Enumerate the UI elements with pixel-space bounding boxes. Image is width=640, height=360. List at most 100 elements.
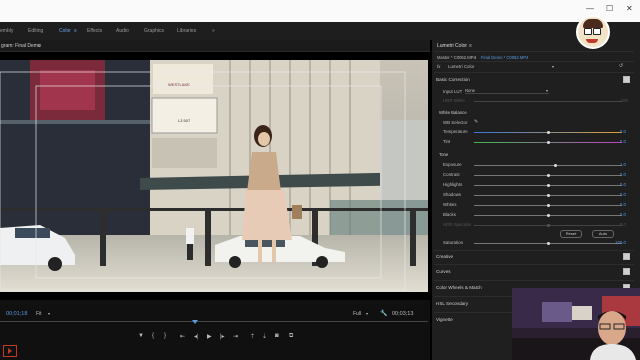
comparison-view-icon[interactable]: ⧉	[289, 333, 293, 340]
lift-icon[interactable]: ⇡	[250, 333, 255, 340]
store-sign-number: L3 507	[178, 118, 191, 123]
input-lut-dropdown[interactable]: None ▾	[465, 88, 549, 94]
curves-header[interactable]: Curves	[436, 269, 451, 274]
tone-knob-highlights[interactable]	[546, 184, 550, 187]
temperature-value[interactable]: 0.0	[620, 129, 626, 134]
basic-correction-header[interactable]: Basic Correction	[436, 77, 470, 82]
basic-correction-checkbox[interactable]	[623, 76, 630, 83]
tab-editing[interactable]: Editing	[28, 28, 43, 34]
mark-in-icon[interactable]: {	[152, 333, 154, 339]
creative-header[interactable]: Creative	[436, 254, 453, 259]
saturation-label: Saturation	[443, 240, 464, 245]
tab-assembly[interactable]: embly	[0, 28, 13, 34]
vignette-header[interactable]: Vignette	[436, 317, 453, 322]
lumetri-panel-menu-icon[interactable]: ≡	[469, 43, 472, 49]
auto-button[interactable]: Auto	[592, 230, 614, 238]
tab-graphics[interactable]: Graphics	[144, 28, 164, 34]
temperature-knob[interactable]	[546, 131, 550, 134]
tone-header[interactable]: Tone	[439, 152, 448, 157]
effect-dropdown-chevron-icon[interactable]: ▾	[552, 64, 554, 69]
lumetri-panel-title[interactable]: Lumetri Color	[437, 43, 467, 49]
fx-icon: fx	[437, 64, 441, 69]
tint-knob[interactable]	[546, 141, 550, 144]
curves-checkbox[interactable]	[623, 268, 630, 275]
tone-value-hdr-specular[interactable]: 0.0	[620, 222, 626, 227]
tab-color[interactable]: Color	[59, 28, 71, 34]
go-to-out-icon[interactable]: ⇥	[233, 333, 238, 340]
mark-out-icon[interactable]: }	[164, 333, 166, 339]
current-timecode[interactable]: 00;01;18	[6, 311, 27, 317]
creative-checkbox[interactable]	[623, 253, 630, 260]
tone-knob-contrast[interactable]	[546, 174, 550, 177]
temperature-slider[interactable]	[474, 131, 622, 134]
export-frame-icon[interactable]: ◙	[275, 333, 279, 339]
workspace-bar: embly Editing Color ≡ Effects Audio Grap…	[0, 22, 640, 40]
tint-value[interactable]: 0.0	[620, 139, 626, 144]
input-lut-label: Input LUT	[443, 89, 463, 94]
program-monitor-title[interactable]: gram: Final Demo	[1, 43, 41, 49]
tone-value-contrast[interactable]: 0.0	[620, 172, 626, 177]
effect-dropdown[interactable]: Lumetri Color	[448, 64, 474, 69]
saturation-knob[interactable]	[546, 242, 550, 245]
source-clip[interactable]: Final Demo * C0062.MP4	[481, 55, 528, 60]
tone-slider-highlights[interactable]	[474, 184, 622, 187]
add-marker-icon[interactable]: ▼	[138, 333, 144, 339]
tone-slider-blacks[interactable]	[474, 214, 622, 217]
more-workspaces-icon[interactable]: »	[212, 28, 215, 34]
step-back-icon[interactable]: ◂|	[194, 333, 199, 340]
source-master[interactable]: Master * C0062.MP4	[437, 55, 476, 60]
tab-effects[interactable]: Effects	[87, 28, 102, 34]
reset-button[interactable]: Reset	[560, 230, 582, 238]
input-lut-value: None	[465, 88, 476, 93]
tone-label-exposure: Exposure	[443, 162, 462, 167]
minimize-icon[interactable]: —	[586, 4, 594, 13]
reset-effect-icon[interactable]: ↺	[619, 63, 623, 69]
program-menu-icon[interactable]: ≡	[38, 43, 41, 49]
quality-dropdown[interactable]: Full	[353, 311, 361, 317]
tone-value-blacks[interactable]: 0.0	[620, 212, 626, 217]
tone-label-shadows: Shadows	[443, 192, 462, 197]
tint-slider[interactable]	[474, 141, 622, 144]
tone-value-highlights[interactable]: 0.0	[620, 182, 626, 187]
color-wheels-header[interactable]: Color Wheels & Match	[436, 285, 482, 290]
tab-audio[interactable]: Audio	[116, 28, 129, 34]
maximize-icon[interactable]: ☐	[606, 4, 613, 13]
tone-knob-whites[interactable]	[546, 204, 550, 207]
tint-label: Tint	[443, 139, 451, 144]
tone-slider-exposure[interactable]	[474, 164, 622, 167]
tone-value-shadows[interactable]: 0.0	[620, 192, 626, 197]
play-icon[interactable]: ▶	[207, 333, 212, 340]
fit-dropdown[interactable]: Fit	[36, 311, 42, 317]
program-controls: 00;01;18 Fit ▾ Full ▾ 🔧 00;03;13 ▼ { } ⇤…	[0, 300, 430, 360]
program-monitor-header: gram: Final Demo ≡	[0, 40, 430, 52]
tone-knob-exposure[interactable]	[553, 164, 557, 167]
program-video-frame[interactable]: WESTLAKE L3 507	[0, 60, 428, 292]
playhead[interactable]	[192, 320, 198, 324]
saturation-slider[interactable]	[474, 242, 622, 245]
record-icon[interactable]	[3, 345, 17, 357]
eyedropper-icon[interactable]: ✎	[474, 119, 478, 125]
quality-chevron-icon[interactable]: ▾	[366, 311, 368, 316]
go-to-in-icon[interactable]: ⇤	[180, 333, 185, 340]
white-balance-header[interactable]: White Balance	[439, 110, 467, 115]
extract-icon[interactable]: ⇣	[262, 333, 267, 340]
fit-dropdown-chevron-icon[interactable]: ▾	[48, 311, 50, 316]
saturation-value[interactable]: 100.0	[615, 240, 626, 245]
close-icon[interactable]: ✕	[626, 4, 633, 13]
tone-slider-contrast[interactable]	[474, 174, 622, 177]
end-timecode: 00;03;13	[392, 311, 414, 317]
tone-slider-whites[interactable]	[474, 204, 622, 207]
tone-value-exposure[interactable]: 1.0	[620, 162, 626, 167]
tone-label-whites: Whites	[443, 202, 457, 207]
title-bar: — ☐ ✕	[0, 0, 640, 49]
hsl-secondary-header[interactable]: HSL Secondary	[436, 301, 468, 306]
tone-value-whites[interactable]: 0.0	[620, 202, 626, 207]
tone-knob-blacks[interactable]	[546, 214, 550, 217]
tab-libraries[interactable]: Libraries	[177, 28, 196, 34]
tone-slider-shadows[interactable]	[474, 194, 622, 197]
wrench-icon[interactable]: 🔧	[380, 310, 387, 317]
timeline-ruler[interactable]	[0, 321, 428, 322]
step-forward-icon[interactable]: |▸	[220, 333, 225, 340]
tone-knob-shadows[interactable]	[546, 194, 550, 197]
tab-color-menu-icon[interactable]: ≡	[74, 28, 77, 34]
